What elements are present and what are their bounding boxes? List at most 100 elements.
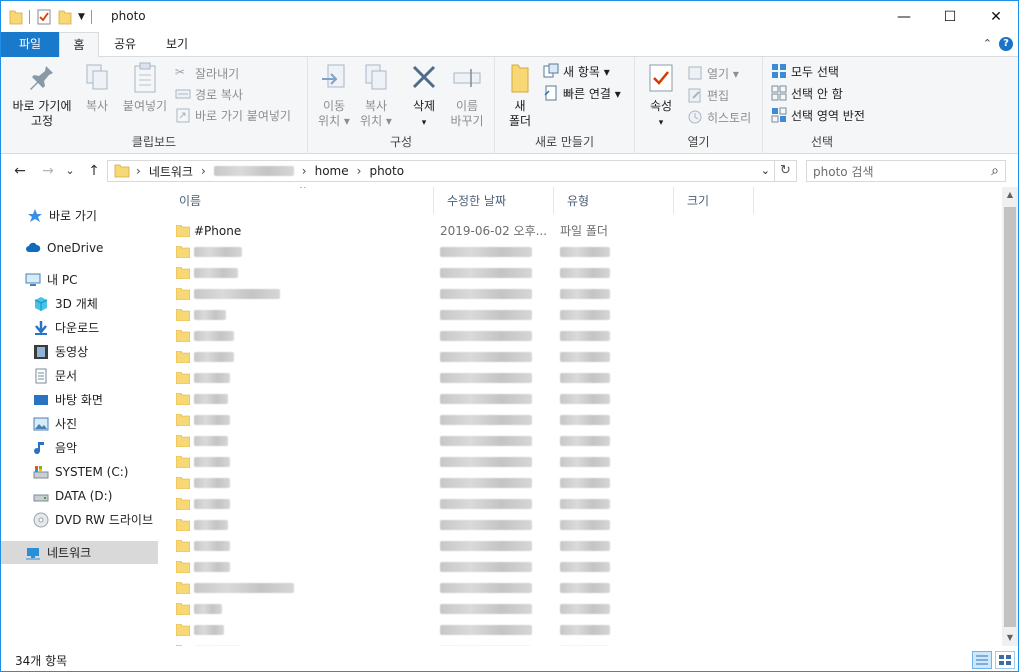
tab-file[interactable]: 파일 [1,32,59,57]
pc-icon [25,273,41,286]
tab-view[interactable]: 보기 [155,32,199,57]
properties-icon[interactable] [36,9,52,25]
up-button[interactable]: ↑ [85,162,103,180]
file-row[interactable] [176,640,756,646]
tab-share[interactable]: 공유 [103,32,147,57]
cut-button[interactable]: ✂ 잘라내기 [175,63,239,83]
nav-item-music[interactable]: 음악 [1,436,158,459]
nav-item-network[interactable]: 네트워크 [1,541,158,564]
delete-dropdown-chevron-icon[interactable]: ▾ [422,118,427,128]
breadcrumb-home[interactable]: home [315,164,349,178]
file-row[interactable] [176,430,756,451]
nav-item-downloads[interactable]: 다운로드 [1,316,158,339]
breadcrumb-photo[interactable]: photo [369,164,404,178]
vertical-scrollbar[interactable]: ▲ ▼ [1002,187,1018,646]
file-row[interactable] [176,493,756,514]
delete-button[interactable]: 삭제 ▾ [404,61,444,131]
refresh-button[interactable]: ↻ [775,160,797,182]
file-row[interactable] [176,472,756,493]
file-row[interactable] [176,619,756,640]
file-row[interactable] [176,325,756,346]
easy-access-button[interactable]: 빠른 연결 ▾ [543,83,621,103]
copy-to-button[interactable]: 복사 위치 ▾ [356,61,396,129]
address-dropdown-chevron-icon[interactable]: ⌄ [761,164,770,177]
file-row[interactable] [176,409,756,430]
copy-path-button[interactable]: 경로 복사 [175,84,243,104]
copy-button[interactable]: 복사 [77,61,117,114]
tab-home[interactable]: 홈 [59,32,99,58]
maximize-button[interactable]: ☐ [927,1,973,32]
new-folder-icon[interactable] [58,9,72,25]
forward-button[interactable]: → [39,162,57,180]
scroll-up-icon[interactable]: ▲ [1002,187,1018,203]
copy-to-label-2: 위치 ▾ [360,114,392,128]
new-folder-button[interactable]: 새 폴더 [501,61,539,129]
paste-button[interactable]: 붙여넣기 [119,61,171,114]
nav-item-3d-objects[interactable]: 3D 개체 [1,292,158,315]
column-header-type[interactable]: 유형 [554,187,674,214]
column-header-name[interactable]: 이름 [166,187,434,214]
file-row[interactable] [176,535,756,556]
help-icon[interactable]: ? [999,37,1013,51]
open-button[interactable]: 열기 ▾ [687,63,739,83]
file-row[interactable] [176,556,756,577]
paste-shortcut-button[interactable]: 바로 가기 붙여넣기 [175,105,291,125]
nav-item-pictures[interactable]: 사진 [1,412,158,435]
file-row[interactable]: #Phone 2019-06-02 오후... 파일 폴더 [176,220,756,241]
column-header-size[interactable]: 크기 [674,187,754,214]
details-view-button[interactable] [972,651,992,669]
column-header-date[interactable]: 수정한 날짜 [434,187,554,214]
invert-selection-button[interactable]: 선택 영역 반전 [771,105,865,125]
file-row[interactable] [176,514,756,535]
properties-button[interactable]: 속성 ▾ [643,61,679,131]
file-name-blurred [194,456,230,467]
select-all-button[interactable]: 모두 선택 [771,61,839,81]
rename-button[interactable]: 이름 바꾸기 [446,61,488,129]
properties-dropdown-chevron-icon[interactable]: ▾ [659,118,664,128]
open-label: 열기 ▾ [707,66,739,81]
recent-locations-chevron-icon[interactable]: ⌄ [61,162,79,180]
back-button[interactable]: ← [11,162,29,180]
scroll-down-icon[interactable]: ▼ [1002,630,1018,646]
nav-label: 음악 [55,441,78,455]
nav-item-documents[interactable]: 문서 [1,364,158,387]
file-row[interactable] [176,346,756,367]
nav-item-quick-access[interactable]: 바로 가기 [1,204,158,227]
pin-to-quick-access-button[interactable]: 바로 가기에 고정 [7,61,77,129]
file-row[interactable] [176,598,756,619]
history-icon [688,110,702,124]
nav-item-desktop[interactable]: 바탕 화면 [1,388,158,411]
minimize-button[interactable]: — [881,1,927,32]
large-icons-view-button[interactable] [995,651,1015,669]
breadcrumb-network[interactable]: 네트워크 [149,163,193,180]
nav-item-drive-d[interactable]: DATA (D:) [1,484,158,507]
nav-item-videos[interactable]: 동영상 [1,340,158,363]
nav-item-onedrive[interactable]: OneDrive [1,236,158,259]
file-row[interactable] [176,388,756,409]
nav-item-this-pc[interactable]: 내 PC [1,268,158,291]
select-none-button[interactable]: 선택 안 함 [771,83,843,103]
copy-label: 복사 [85,99,109,113]
file-row[interactable] [176,283,756,304]
edit-icon [688,88,701,103]
close-button[interactable]: ✕ [973,1,1018,32]
search-box[interactable]: photo 검색 ⌕ [806,160,1006,182]
nav-item-dvd[interactable]: DVD RW 드라이브 [1,508,158,531]
file-row[interactable] [176,262,756,283]
move-to-button[interactable]: 이동 위치 ▾ [314,61,354,129]
ribbon-collapse-chevron-icon[interactable]: ⌃ [983,37,992,50]
breadcrumb-host-blurred[interactable] [213,166,294,176]
file-row[interactable] [176,367,756,388]
download-icon [35,320,47,335]
scrollbar-thumb[interactable] [1004,207,1016,627]
new-item-button[interactable]: 새 항목 ▾ [543,61,610,81]
customize-toolbar-chevron-icon[interactable]: ▼ [78,12,85,22]
file-row[interactable] [176,577,756,598]
nav-item-drive-c[interactable]: SYSTEM (C:) [1,460,158,483]
edit-button[interactable]: 편집 [687,85,729,105]
file-row[interactable] [176,304,756,325]
file-row[interactable] [176,451,756,472]
file-row[interactable] [176,241,756,262]
address-bar[interactable]: › 네트워크 › › home › photo ⌄ [107,160,775,182]
history-button[interactable]: 히스토리 [687,107,751,127]
